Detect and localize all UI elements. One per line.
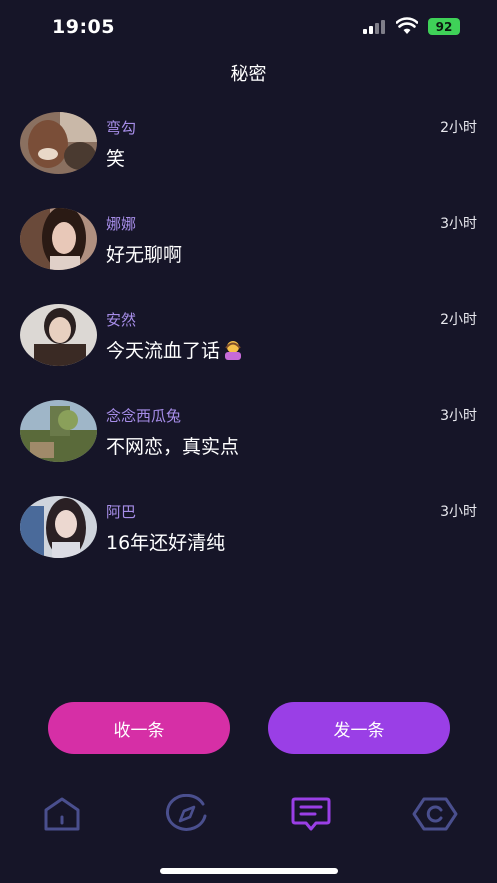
message-time: 2小时: [440, 312, 477, 328]
tab-messages[interactable]: [287, 794, 335, 838]
message-time: 3小时: [440, 408, 477, 424]
message-icon: [289, 794, 333, 838]
send-button[interactable]: 发一条: [268, 702, 450, 754]
status-time: 19:05: [52, 16, 115, 38]
compass-icon: [165, 793, 209, 838]
page-title: 秘密: [230, 64, 267, 85]
signal-icon: [363, 20, 385, 34]
list-item[interactable]: 弯勾 2小时 笑: [0, 109, 497, 205]
list-item[interactable]: 阿巴 3小时 16年还好清纯: [0, 493, 497, 589]
sender-name: 娜娜: [106, 215, 137, 233]
message-text: 好无聊啊: [106, 244, 183, 266]
message-text: 不网恋，真实点: [106, 436, 240, 458]
avatar[interactable]: [20, 112, 97, 174]
sender-name: 念念西瓜兔: [106, 407, 182, 425]
list-item[interactable]: 娜娜 3小时 好无聊啊: [0, 205, 497, 301]
tab-discover[interactable]: [163, 793, 211, 838]
sender-name: 阿巴: [106, 503, 137, 521]
avatar[interactable]: [20, 208, 97, 270]
home-icon: [42, 796, 82, 836]
status-bar: 19:05 92: [0, 0, 497, 52]
list-item[interactable]: 念念西瓜兔 3小时 不网恋，真实点: [0, 397, 497, 493]
hexagon-c-icon: [412, 795, 458, 837]
avatar[interactable]: [20, 400, 97, 462]
message-list: 弯勾 2小时 笑 娜娜 3小时 好无聊啊 安然 2小时 今天流血了话 念念西瓜兔…: [0, 109, 497, 589]
sender-name: 弯勾: [106, 119, 137, 137]
sender-name: 安然: [106, 311, 137, 329]
message-text: 16年还好清纯: [106, 532, 226, 554]
message-body: 今天流血了话: [106, 340, 221, 362]
avatar[interactable]: [20, 304, 97, 366]
receive-button[interactable]: 收一条: [48, 702, 230, 754]
battery-level: 92: [435, 19, 453, 34]
avatar[interactable]: [20, 496, 97, 558]
tab-home[interactable]: [38, 794, 86, 838]
battery-icon: 92: [428, 18, 460, 35]
wifi-icon: [395, 17, 419, 35]
message-time: 3小时: [440, 216, 477, 232]
message-text: 笑: [106, 148, 126, 170]
message-time: 3小时: [440, 504, 477, 520]
list-item[interactable]: 安然 2小时 今天流血了话: [0, 301, 497, 397]
tab-profile[interactable]: [411, 794, 459, 838]
message-time: 2小时: [440, 120, 477, 136]
tab-bar: [0, 790, 497, 842]
emoji-icon: [222, 339, 244, 366]
home-indicator[interactable]: [160, 868, 338, 874]
message-text: 今天流血了话: [106, 336, 244, 366]
